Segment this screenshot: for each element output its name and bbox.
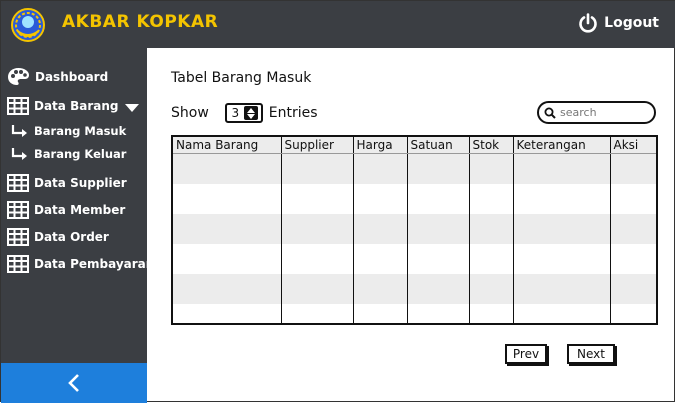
column-header[interactable]: Aksi — [610, 137, 656, 154]
column-header[interactable]: Nama Barang — [173, 137, 282, 154]
sidebar-item-dashboard[interactable]: Dashboard — [7, 67, 108, 86]
table-header-row: Nama Barang Supplier Harga Satuan Stok K… — [173, 137, 656, 154]
chevron-left-icon — [68, 374, 79, 392]
entries-control: Show 3 Entries — [171, 103, 318, 123]
sub-arrow-icon — [11, 125, 27, 137]
table-row — [173, 184, 656, 214]
search-input[interactable] — [560, 106, 640, 119]
sidebar: Dashboard Data Barang Barang Masuk Baran… — [1, 48, 154, 403]
column-header[interactable]: Harga — [353, 137, 408, 154]
search-box[interactable] — [537, 101, 656, 124]
sidebar-item-data-order[interactable]: Data Order — [7, 228, 109, 246]
prev-button[interactable]: Prev — [505, 344, 547, 364]
column-header[interactable]: Supplier — [281, 137, 354, 154]
show-label: Show — [171, 105, 209, 121]
table-icon — [7, 174, 29, 192]
logout-label: Logout — [604, 15, 659, 31]
entries-stepper[interactable]: 3 — [224, 103, 263, 123]
sidebar-item-label: Data Member — [34, 203, 126, 217]
sidebar-collapse-button[interactable] — [1, 363, 147, 403]
column-header[interactable]: Satuan — [407, 137, 470, 154]
logo-icon — [11, 8, 45, 42]
page-title: Tabel Barang Masuk — [171, 70, 312, 86]
sidebar-item-label: Data Order — [34, 230, 109, 244]
sub-arrow-icon — [11, 148, 27, 160]
search-icon — [544, 107, 556, 119]
table-icon — [7, 255, 29, 273]
table-row — [173, 274, 656, 304]
sidebar-item-label: Dashboard — [35, 69, 109, 84]
table-icon — [7, 97, 29, 115]
top-header: AKBAR KOPKAR Logout — [1, 1, 675, 48]
sidebar-item-barang-masuk[interactable]: Barang Masuk — [11, 124, 126, 138]
entries-value: 3 — [231, 106, 240, 120]
sidebar-item-data-member[interactable]: Data Member — [7, 201, 125, 219]
palette-icon — [8, 68, 29, 85]
table-icon — [7, 228, 29, 246]
sidebar-item-label: Barang Keluar — [34, 147, 127, 161]
sidebar-item-label: Data Barang — [34, 99, 119, 113]
chevron-down-icon[interactable] — [124, 103, 140, 113]
table-row — [173, 153, 656, 184]
table-row — [173, 304, 656, 323]
stepper-arrows-icon[interactable] — [243, 106, 258, 120]
next-button[interactable]: Next — [567, 344, 615, 364]
sidebar-item-label: Data Pembayaran — [34, 257, 155, 271]
logout-button[interactable]: Logout — [578, 13, 659, 33]
sidebar-item-label: Barang Masuk — [34, 124, 127, 138]
column-header[interactable]: Keterangan — [513, 137, 611, 154]
entries-label: Entries — [268, 105, 318, 121]
sidebar-item-data-pembayaran[interactable]: Data Pembayaran — [7, 255, 154, 273]
main-content: Tabel Barang Masuk Show 3 Entries search… — [147, 48, 675, 403]
brand-title: AKBAR KOPKAR — [62, 12, 219, 32]
sidebar-item-data-barang[interactable]: Data Barang — [7, 97, 118, 115]
power-icon — [579, 13, 597, 33]
sidebar-item-label: Data Supplier — [34, 176, 127, 190]
sidebar-item-data-supplier[interactable]: Data Supplier — [7, 174, 127, 192]
column-header[interactable]: Stok — [469, 137, 514, 154]
table-row — [173, 214, 656, 244]
table-icon — [7, 201, 29, 219]
data-table: Nama Barang Supplier Harga Satuan Stok K… — [171, 135, 658, 325]
table-row — [173, 244, 656, 274]
sidebar-item-barang-keluar[interactable]: Barang Keluar — [11, 147, 126, 161]
app-window: AKBAR KOPKAR Logout Dashboard Data Baran… — [0, 0, 675, 403]
